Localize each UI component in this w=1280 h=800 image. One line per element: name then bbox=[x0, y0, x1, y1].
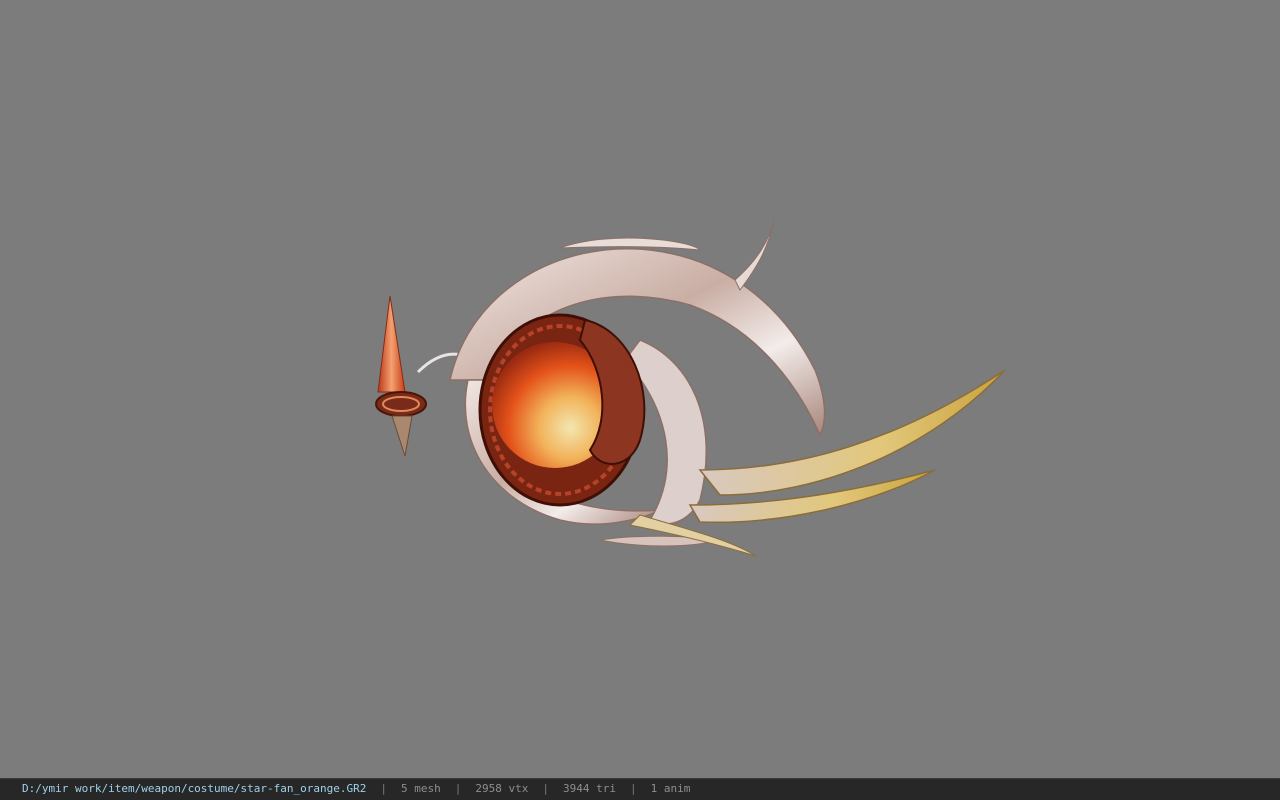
mesh-count: 5 mesh bbox=[401, 782, 441, 795]
triangle-count: 3944 tri bbox=[562, 782, 616, 795]
status-separator: | bbox=[629, 782, 637, 795]
vertex-count: 2958 vtx bbox=[475, 782, 529, 795]
orb-with-dragon-ring bbox=[478, 313, 646, 507]
weapon-model-render[interactable] bbox=[0, 0, 1280, 778]
status-separator: | bbox=[380, 782, 387, 795]
status-separator: | bbox=[542, 782, 549, 795]
crystal-pendant bbox=[375, 295, 463, 457]
animation-count: 1 anim bbox=[650, 782, 691, 795]
status-bar: D:/ymir work/item/weapon/costume/star-fa… bbox=[0, 778, 1280, 800]
status-separator: | bbox=[454, 782, 462, 795]
model-file-path: D:/ymir work/item/weapon/costume/star-fa… bbox=[22, 782, 367, 795]
model-viewport[interactable] bbox=[0, 0, 1280, 778]
